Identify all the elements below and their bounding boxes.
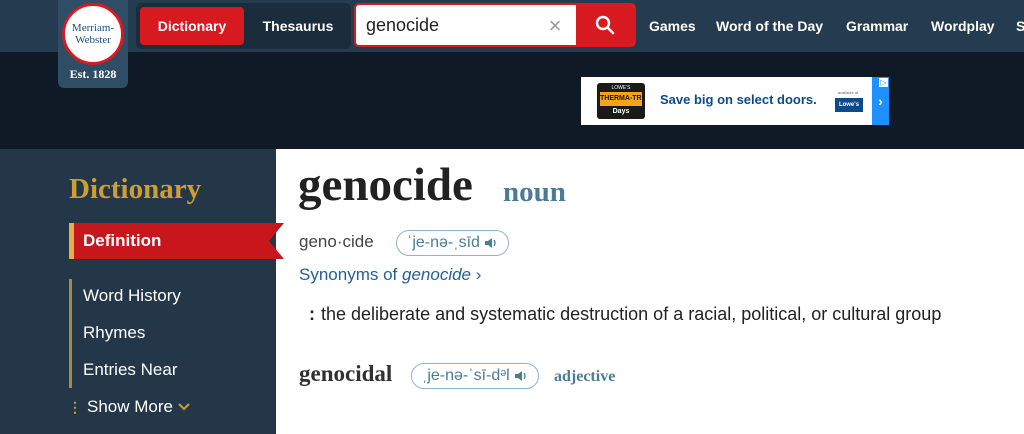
nav-grammar[interactable]: Grammar [846, 0, 908, 52]
nav-word-of-the-day[interactable]: Word of the Day [716, 0, 823, 52]
pronunciation-button[interactable]: ˈje-nə-ˌsīd [396, 230, 509, 256]
synonyms-prefix: Synonyms of [299, 265, 402, 284]
sidebar-item-label: Definition [83, 231, 162, 250]
sidebar: Dictionary Definition Word History Rhyme… [0, 149, 284, 434]
search-input[interactable] [366, 13, 534, 37]
sidebar-item-entries-near[interactable]: Entries Near [83, 360, 177, 380]
run-on-part-of-speech[interactable]: adjective [554, 368, 615, 386]
merriam-webster-logo[interactable]: Merriam- Webster Est. 1828 [58, 0, 128, 88]
dictionary-thesaurus-toggle: Dictionary Thesaurus [136, 3, 351, 49]
search-button[interactable] [576, 5, 634, 45]
synonyms-link[interactable]: Synonyms of genocide › [299, 265, 481, 285]
close-icon[interactable]: × [544, 13, 566, 39]
logo-circle: Merriam- Webster [62, 3, 124, 65]
advertisement[interactable]: LOWE'S THERMA-TRU Days Save big on selec… [581, 77, 889, 125]
pronunciation-text: ˈje-nə-ˌsīd [407, 234, 480, 251]
show-more-button[interactable]: ⋮ Show More [68, 397, 191, 417]
definition: : the deliberate and systematic destructi… [309, 304, 941, 325]
syllables: geno·cide [299, 232, 374, 251]
search-icon [595, 15, 615, 35]
tab-thesaurus[interactable]: Thesaurus [246, 7, 350, 45]
sidebar-item-definition[interactable]: Definition [69, 223, 284, 259]
search-bar: × [354, 3, 636, 47]
ad-brand: available at Lowe's [827, 80, 869, 122]
synonyms-word: genocide [402, 265, 472, 284]
logo-est: Est. 1828 [69, 67, 117, 81]
ad-badge-mid: THERMA-TRU [600, 92, 642, 106]
chevron-right-icon: › [471, 265, 482, 284]
show-more-label: Show More [87, 397, 173, 416]
nav-games[interactable]: Games [649, 0, 696, 52]
run-on-pronunciation-button[interactable]: ˌje-nə-ˈsī-dᵊl [411, 363, 539, 389]
ad-badge-bottom: Days [612, 108, 630, 115]
logo-line-2: Webster [75, 34, 111, 46]
run-on-pronunciation-text: ˌje-nə-ˈsī-dᵊl [422, 367, 510, 384]
ad-available: available at [837, 90, 859, 95]
active-indicator [69, 223, 74, 259]
chevron-down-icon [178, 403, 190, 411]
nav-slang-truncated[interactable]: S [1016, 0, 1024, 52]
nav-wordplay[interactable]: Wordplay [931, 0, 995, 52]
headword: genocide [298, 159, 473, 211]
definition-text: the deliberate and systematic destructio… [321, 304, 942, 324]
speaker-icon [514, 370, 528, 382]
run-on-word: genocidal [299, 361, 393, 386]
definition-colon: : [309, 304, 315, 324]
ad-text: Save big on select doors. [660, 92, 817, 107]
sidebar-item-rhymes[interactable]: Rhymes [83, 323, 145, 343]
part-of-speech[interactable]: noun [503, 176, 566, 209]
sidebar-divider [69, 279, 72, 388]
logo-wordmark: Merriam- Webster [72, 22, 114, 46]
sidebar-title: Dictionary [69, 173, 202, 205]
logo-line-1: Merriam- [71, 22, 115, 34]
sidebar-item-word-history[interactable]: Word History [83, 286, 181, 306]
tab-dictionary[interactable]: Dictionary [140, 7, 244, 45]
lowes-logo: Lowe's [835, 98, 863, 112]
ad-badge: LOWE'S THERMA-TRU Days [597, 83, 645, 119]
adchoices-icon[interactable]: ▷ [879, 78, 888, 87]
speaker-icon [484, 237, 498, 249]
dots-icon: ⋮ [68, 398, 82, 415]
ad-badge-top: LOWE'S [611, 85, 631, 91]
